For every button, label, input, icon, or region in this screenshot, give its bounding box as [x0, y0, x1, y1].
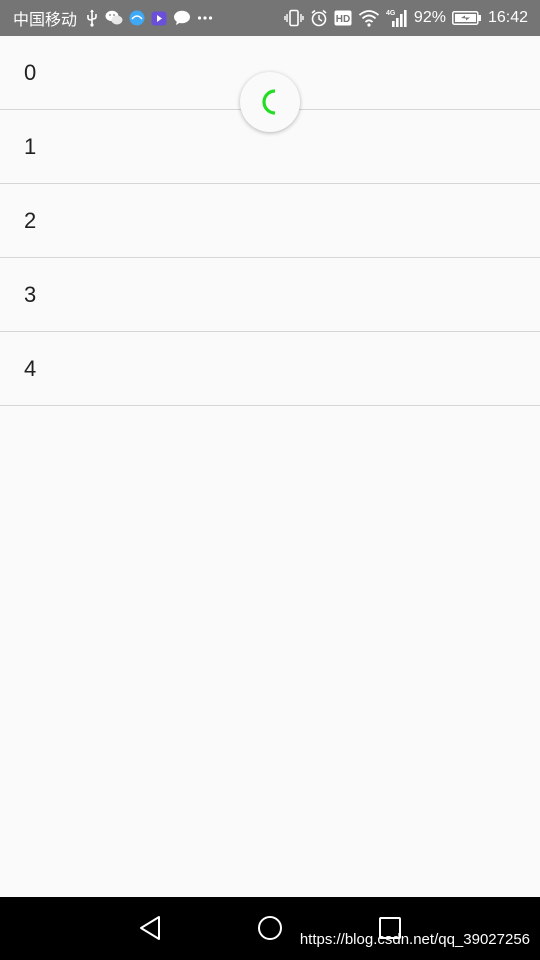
refresh-spinner — [240, 72, 300, 132]
list-item[interactable]: 4 — [0, 332, 540, 406]
status-bar-right: HD 4G 92% 16:42 — [278, 0, 528, 36]
alarm-icon — [310, 9, 328, 27]
list-item-label: 2 — [24, 207, 37, 233]
watermark-text: https://blog.csdn.net/qq_39027256 — [299, 931, 530, 948]
list-item-label: 0 — [24, 59, 37, 85]
more-icon — [197, 15, 213, 21]
status-bar-left: 中国移动 — [13, 0, 213, 36]
usb-icon — [85, 9, 99, 27]
list-item[interactable]: 3 — [0, 258, 540, 332]
network-type-label: 4G — [386, 10, 396, 17]
vibrate-icon — [284, 9, 304, 27]
list-item-label: 4 — [24, 355, 37, 381]
navigation-bar: https://blog.csdn.net/qq_39027256 — [0, 897, 540, 960]
status-bar: 中国移动 HD 4G 92% 16:42 — [0, 0, 540, 36]
back-button[interactable] — [133, 911, 167, 945]
carrier-name: 中国移动 — [13, 12, 78, 29]
wechat-icon — [105, 10, 123, 26]
hd-label: HD — [336, 14, 350, 25]
battery-icon — [452, 10, 482, 26]
spinner-arc-icon — [262, 89, 276, 115]
list-item-label: 3 — [24, 281, 37, 307]
wifi-icon — [358, 9, 380, 27]
clock: 16:42 — [487, 9, 528, 26]
home-button[interactable] — [253, 911, 287, 945]
back-icon — [140, 916, 160, 940]
video-app-icon — [151, 10, 167, 26]
hd-icon: HD — [334, 10, 352, 26]
list-item[interactable]: 2 — [0, 184, 540, 258]
battery-percent: 92% — [413, 9, 446, 26]
message-icon — [173, 10, 191, 26]
app-icon — [129, 10, 145, 26]
home-icon — [258, 916, 282, 940]
signal-icon: 4G — [386, 8, 410, 28]
list-item-label: 1 — [24, 133, 37, 159]
